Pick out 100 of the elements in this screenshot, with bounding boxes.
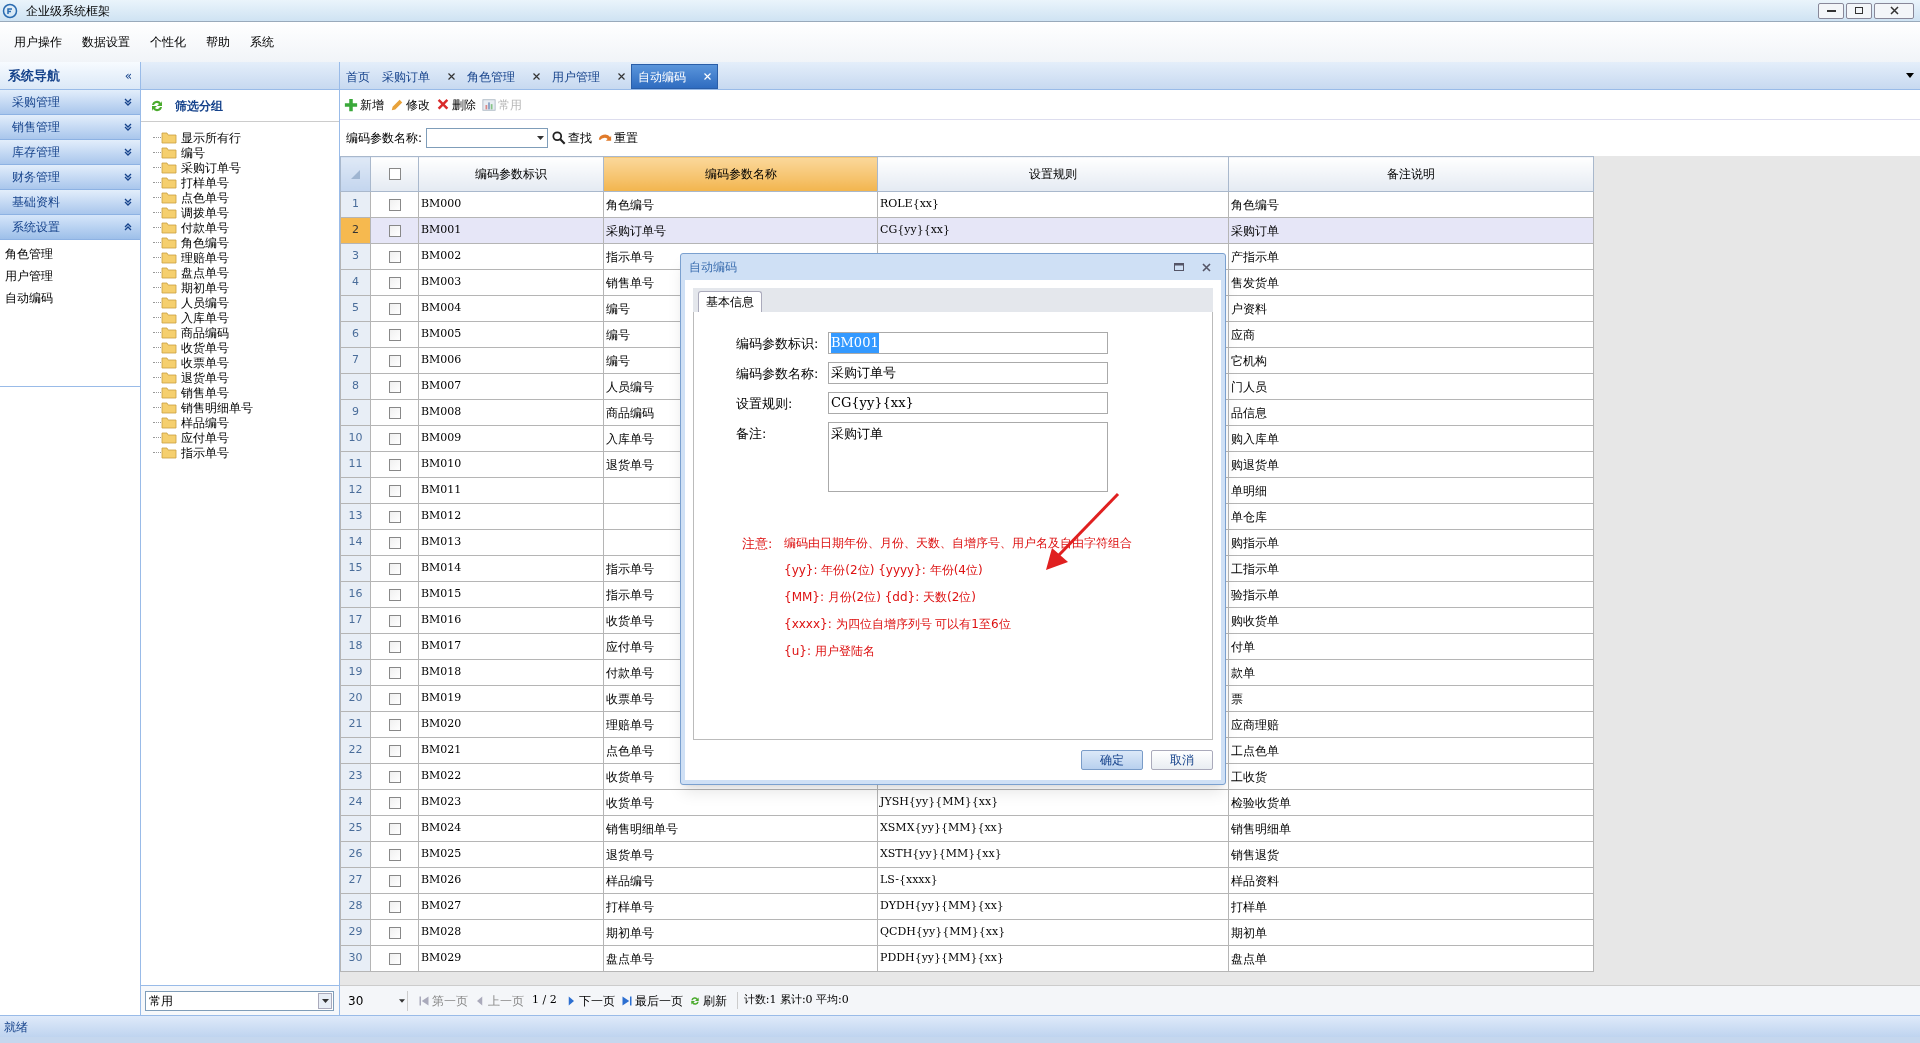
minimize-button[interactable]	[1818, 2, 1844, 19]
checkbox[interactable]	[388, 562, 401, 575]
reset-button[interactable]: 重置	[598, 129, 639, 147]
tree-item[interactable]: 应付单号	[181, 431, 229, 444]
toolbar-button[interactable]: 新增	[342, 93, 386, 116]
tree-item[interactable]: 收货单号	[181, 341, 229, 354]
checkbox[interactable]	[388, 744, 401, 757]
tree-item[interactable]: 理赔单号	[181, 251, 229, 264]
checkbox[interactable]	[388, 198, 401, 211]
menu-item[interactable]: 用户操作	[6, 31, 70, 53]
close-icon[interactable]	[1202, 262, 1211, 272]
tree-item[interactable]: 打样单号	[181, 176, 229, 189]
menu-item[interactable]: 系统	[242, 31, 282, 53]
checkbox[interactable]	[388, 484, 401, 497]
tree-item[interactable]: 付款单号	[181, 221, 229, 234]
column-header[interactable]: 备注说明	[1228, 156, 1594, 192]
column-header[interactable]: 编码参数标识	[418, 156, 604, 192]
checkbox[interactable]	[388, 848, 401, 861]
nav-item[interactable]: 角色管理	[0, 243, 140, 265]
maximize-icon[interactable]	[1174, 263, 1184, 271]
tree-item[interactable]: 样品编号	[181, 416, 229, 429]
checkbox[interactable]	[388, 666, 401, 679]
checkbox[interactable]	[388, 458, 401, 471]
close-icon[interactable]	[618, 73, 625, 80]
tree-item[interactable]: 调拨单号	[181, 206, 229, 219]
checkbox[interactable]	[388, 168, 401, 180]
nav-item[interactable]: 自动编码	[0, 287, 140, 309]
nav-section[interactable]: 系统设置	[0, 215, 140, 240]
checkbox[interactable]	[388, 588, 401, 601]
tree-item[interactable]: 销售单号	[181, 386, 229, 399]
checkbox[interactable]	[388, 874, 401, 887]
tree-item[interactable]: 期初单号	[181, 281, 229, 294]
tree-item[interactable]: 显示所有行	[181, 131, 241, 144]
checkbox[interactable]	[388, 510, 401, 523]
checkbox[interactable]	[388, 770, 401, 783]
nav-section[interactable]: 财务管理	[0, 165, 140, 190]
checkbox[interactable]	[388, 432, 401, 445]
checkbox[interactable]	[388, 536, 401, 549]
collapse-icon[interactable]: «	[124, 69, 132, 82]
tab[interactable]: 角色管理	[461, 64, 546, 89]
tree-item[interactable]: 角色编号	[181, 236, 229, 249]
checkbox[interactable]	[388, 250, 401, 263]
tree-item[interactable]: 销售明细单号	[181, 401, 253, 414]
restore-button[interactable]	[1846, 2, 1872, 19]
text-area[interactable]: 采购订单	[828, 422, 1108, 492]
checkbox[interactable]	[388, 718, 401, 731]
tree-item[interactable]: 人员编号	[181, 296, 229, 309]
checkbox[interactable]	[388, 224, 401, 237]
tree-item[interactable]: 指示单号	[181, 446, 229, 459]
checkbox[interactable]	[388, 380, 401, 393]
nav-section[interactable]: 基础资料	[0, 190, 140, 215]
checkbox[interactable]	[388, 822, 401, 835]
checkbox[interactable]	[388, 302, 401, 315]
tree-item[interactable]: 编号	[181, 146, 205, 159]
close-icon[interactable]	[533, 73, 540, 80]
close-button[interactable]	[1874, 2, 1914, 19]
tree-item[interactable]: 收票单号	[181, 356, 229, 369]
checkbox[interactable]	[388, 614, 401, 627]
checkbox[interactable]	[388, 406, 401, 419]
checkbox[interactable]	[388, 640, 401, 653]
menu-item[interactable]: 数据设置	[74, 31, 138, 53]
column-header[interactable]: 编码参数名称	[603, 156, 878, 192]
nav-section[interactable]: 采购管理	[0, 90, 140, 115]
page-size-dropdown[interactable]: 30	[346, 990, 408, 1011]
filter-dropdown[interactable]: 常用	[145, 990, 334, 1011]
input-field[interactable]: CG{yy}{xx}	[828, 392, 1108, 414]
close-icon[interactable]	[448, 73, 455, 80]
search-button[interactable]: 查找	[552, 129, 593, 147]
toolbar-button[interactable]: 删除	[434, 93, 478, 116]
tree-item[interactable]: 入库单号	[181, 311, 229, 324]
tab[interactable]: 采购订单	[376, 64, 461, 89]
dropdown-icon[interactable]	[1906, 73, 1914, 78]
menu-item[interactable]: 个性化	[142, 31, 194, 53]
tree-item[interactable]: 商品编码	[181, 326, 229, 339]
input-field[interactable]: 采购订单号	[828, 362, 1108, 384]
nav-section[interactable]: 销售管理	[0, 115, 140, 140]
checkbox[interactable]	[388, 276, 401, 289]
tree-item[interactable]: 采购订单号	[181, 161, 241, 174]
checkbox[interactable]	[388, 796, 401, 809]
tab[interactable]: 用户管理	[546, 64, 631, 89]
checkbox[interactable]	[388, 926, 401, 939]
column-header[interactable]: 设置规则	[877, 156, 1229, 192]
checkbox[interactable]	[388, 952, 401, 965]
nav-item[interactable]: 用户管理	[0, 265, 140, 287]
nav-section[interactable]: 库存管理	[0, 140, 140, 165]
ok-button[interactable]: 确定	[1081, 750, 1143, 770]
menu-item[interactable]: 帮助	[198, 31, 238, 53]
tab[interactable]: 基本信息	[698, 291, 762, 312]
tab[interactable]: 首页	[340, 64, 376, 89]
tab[interactable]: 自动编码	[631, 64, 718, 89]
cancel-button[interactable]: 取消	[1151, 750, 1213, 770]
pager-button[interactable]: 下一页	[564, 991, 615, 1010]
tree-item[interactable]: 退货单号	[181, 371, 229, 384]
checkbox[interactable]	[388, 692, 401, 705]
checkbox[interactable]	[388, 354, 401, 367]
tree-item[interactable]: 点色单号	[181, 191, 229, 204]
pager-button[interactable]: 最后一页	[620, 991, 683, 1010]
tree-item[interactable]: 盘点单号	[181, 266, 229, 279]
name-dropdown[interactable]	[426, 128, 549, 148]
pager-button[interactable]: 刷新	[688, 991, 727, 1010]
